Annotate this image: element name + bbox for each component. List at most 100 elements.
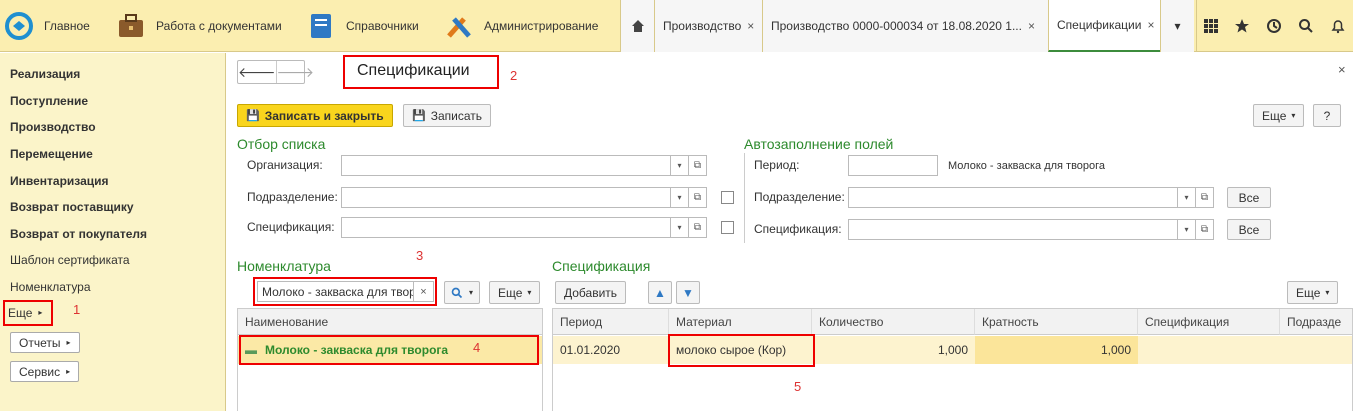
- sidebar-item-nomenclature[interactable]: Номенклатура: [10, 280, 91, 294]
- autofill-department-field[interactable]: [848, 187, 1178, 208]
- tab-production-document[interactable]: Производство 0000-000034 от 18.08.2020 1…: [762, 0, 1048, 52]
- form-more-button[interactable]: Еще ▾: [1253, 104, 1305, 127]
- sidebar-item-inventory[interactable]: Инвентаризация: [10, 174, 109, 188]
- arrow-down-icon: ▼: [682, 285, 694, 300]
- autofill-section-title: Автозаполнение полей: [744, 136, 894, 152]
- forward-icon[interactable]: 🡒: [275, 61, 314, 83]
- annotation-5: 5: [794, 379, 802, 394]
- organization-field[interactable]: [341, 155, 671, 176]
- sidebar-item-sales[interactable]: Реализация: [10, 67, 80, 81]
- close-form-icon[interactable]: ×: [1338, 62, 1346, 77]
- clear-search-button[interactable]: ×: [414, 281, 434, 302]
- autofill-specification-open[interactable]: ⧉: [1196, 219, 1214, 240]
- column-header-specification[interactable]: Спецификация: [1138, 309, 1280, 335]
- sidebar-item-transfer[interactable]: Перемещение: [10, 147, 93, 161]
- column-header-multiplicity[interactable]: Кратность: [975, 309, 1138, 335]
- section-documents[interactable]: Работа с документами: [116, 0, 282, 52]
- open-icon: ⧉: [1200, 224, 1209, 235]
- back-icon[interactable]: 🡐: [238, 61, 276, 83]
- cell-period: 01.01.2020: [560, 343, 621, 357]
- item-marker-icon: ▬: [245, 343, 257, 357]
- specification-filter-checkbox[interactable]: [721, 221, 734, 234]
- department-field[interactable]: [341, 187, 671, 208]
- tab-production-document-label: Производство 0000-000034 от 18.08.2020 1…: [771, 19, 1022, 33]
- home-tab[interactable]: [620, 0, 654, 52]
- column-header-quantity[interactable]: Количество: [812, 309, 975, 335]
- autofill-department-dropdown[interactable]: ▾: [1178, 187, 1196, 208]
- department-label: Подразделение:: [247, 190, 338, 204]
- apps-button[interactable]: [1196, 0, 1224, 52]
- autofill-specification-dropdown[interactable]: ▾: [1178, 219, 1196, 240]
- organization-dropdown[interactable]: ▾: [671, 155, 689, 176]
- search-icon: [451, 287, 463, 298]
- move-up-button[interactable]: ▲: [648, 281, 672, 304]
- tab-specifications[interactable]: Спецификации ×: [1048, 0, 1160, 52]
- period-field[interactable]: [848, 155, 938, 176]
- column-header-material[interactable]: Материал: [669, 309, 812, 335]
- tab-production[interactable]: Производство ×: [654, 0, 762, 52]
- sidebar-item-certificate-template[interactable]: Шаблон сертификата: [10, 253, 130, 267]
- autofill-specification-all-button[interactable]: Все: [1227, 219, 1271, 240]
- column-header-department[interactable]: Подразде: [1280, 309, 1352, 335]
- section-main-label: Главное: [44, 19, 90, 33]
- top-navigation-bar: Главное Работа с документами Справочники…: [0, 0, 1353, 52]
- tabs-more-button[interactable]: ▾: [1160, 0, 1194, 52]
- department-checkbox[interactable]: [721, 191, 734, 204]
- move-down-button[interactable]: ▼: [676, 281, 700, 304]
- tools-icon: [447, 17, 471, 38]
- reports-button[interactable]: Отчеты ▸: [10, 332, 80, 353]
- specification-more-button[interactable]: Еще ▾: [1287, 281, 1339, 304]
- grid-icon: [1203, 19, 1218, 33]
- column-header-name[interactable]: Наименование: [238, 309, 542, 335]
- section-references-label: Справочники: [346, 19, 419, 33]
- bell-icon: [1331, 20, 1345, 34]
- nomenclature-search-input[interactable]: Молоко - закваска для твор: [257, 281, 414, 302]
- sidebar-item-receipt[interactable]: Поступление: [10, 94, 88, 108]
- section-references[interactable]: Справочники: [306, 0, 419, 52]
- service-button[interactable]: Сервис ▸: [10, 361, 80, 382]
- autofill-specification-field[interactable]: [848, 219, 1178, 240]
- sidebar: Реализация Поступление Производство Пере…: [0, 53, 226, 411]
- close-icon[interactable]: ×: [747, 19, 754, 33]
- specification-filter-field[interactable]: [341, 217, 671, 238]
- specification-filter-open[interactable]: ⧉: [689, 217, 707, 238]
- help-button[interactable]: ?: [1313, 104, 1341, 127]
- save-button[interactable]: 💾 Записать: [403, 104, 491, 127]
- column-header-period[interactable]: Период: [553, 309, 669, 335]
- save-icon: 💾: [246, 110, 260, 122]
- save-icon: 💾: [412, 110, 426, 122]
- sidebar-more-button[interactable]: Еще ▸: [5, 302, 45, 323]
- nomenclature-more-button[interactable]: Еще ▾: [489, 281, 541, 304]
- section-administration[interactable]: Администрирование: [444, 0, 598, 52]
- close-icon[interactable]: ×: [1147, 18, 1154, 32]
- department-open[interactable]: ⧉: [689, 187, 707, 208]
- chevron-right-icon: ▸: [66, 367, 71, 376]
- help-icon: ?: [1323, 108, 1331, 123]
- search-options-button[interactable]: ▾: [444, 281, 481, 304]
- section-administration-label: Администрирование: [484, 19, 599, 33]
- save-and-close-button[interactable]: 💾 Записать и закрыть: [237, 104, 393, 127]
- sidebar-item-return-from-customer[interactable]: Возврат от покупателя: [10, 227, 147, 241]
- sidebar-item-return-to-supplier[interactable]: Возврат поставщику: [10, 200, 134, 214]
- autofill-department-open[interactable]: ⧉: [1196, 187, 1214, 208]
- add-button[interactable]: Добавить: [555, 281, 627, 304]
- organization-open[interactable]: ⧉: [689, 155, 707, 176]
- autofill-department-all-button[interactable]: Все: [1227, 187, 1271, 208]
- history-button[interactable]: [1260, 0, 1288, 52]
- chevron-down-icon: ▾: [1325, 288, 1330, 297]
- section-main[interactable]: Главное: [4, 0, 90, 52]
- specification-filter-dropdown[interactable]: ▾: [671, 217, 689, 238]
- close-icon[interactable]: ×: [1028, 19, 1035, 33]
- table-row[interactable]: 01.01.2020 молоко сырое (Кор) 1,000 1,00…: [553, 336, 1352, 364]
- autofill-divider: [744, 153, 745, 243]
- page-title: Спецификации: [357, 62, 470, 79]
- sidebar-item-production[interactable]: Производство: [10, 120, 96, 134]
- history-icon: [1267, 19, 1281, 33]
- table-row[interactable]: ▬ Молоко - закваска для творога: [238, 336, 542, 364]
- favorites-button[interactable]: [1228, 0, 1256, 52]
- notifications-button[interactable]: [1324, 0, 1352, 52]
- search-button[interactable]: [1292, 0, 1320, 52]
- chevron-down-icon: ▾: [677, 193, 682, 202]
- specification-table: Период Материал Количество Кратность Спе…: [552, 308, 1353, 411]
- department-dropdown[interactable]: ▾: [671, 187, 689, 208]
